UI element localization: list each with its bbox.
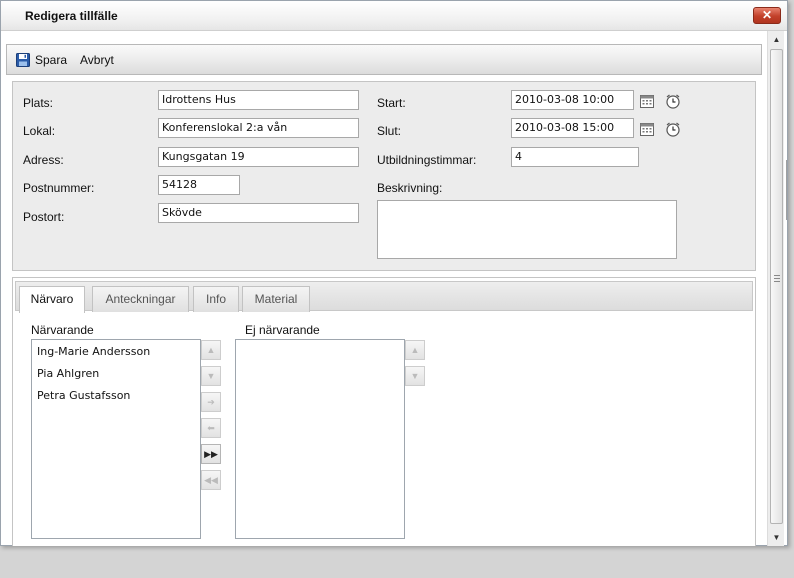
title-bar[interactable]: Redigera tillfälle ✕ <box>1 1 787 31</box>
list-item[interactable]: Ing-Marie Andersson <box>37 345 150 358</box>
toolbar: Spara Avbryt <box>6 44 762 75</box>
tab-material[interactable]: Material <box>242 286 310 312</box>
address-input[interactable]: Kungsgatan 19 <box>158 147 359 167</box>
present-list[interactable]: Ing-Marie Andersson Pia Ahlgren Petra Gu… <box>31 339 201 539</box>
scroll-up-arrow-icon[interactable]: ▲ <box>771 34 782 45</box>
move-all-left-button[interactable]: ◀◀ <box>201 470 221 490</box>
tab-strip: Närvaro Anteckningar Info Material <box>15 281 753 313</box>
end-label: Slut: <box>377 124 402 138</box>
list-item[interactable]: Pia Ahlgren <box>37 367 99 380</box>
move-up-button[interactable]: ▲ <box>201 340 221 360</box>
absent-list[interactable] <box>235 339 405 539</box>
move-right-button[interactable]: ➔ <box>201 392 221 412</box>
clock-icon[interactable] <box>665 93 681 109</box>
description-textarea[interactable] <box>377 200 677 259</box>
start-datetime-input[interactable]: 2010-03-08 10:00 <box>511 90 634 110</box>
move-down-button[interactable]: ▼ <box>201 366 221 386</box>
cancel-button[interactable]: Avbryt <box>80 53 114 67</box>
location-input[interactable]: Idrottens Hus <box>158 90 359 110</box>
window-edge <box>786 160 794 220</box>
grip-icon <box>774 275 780 282</box>
floppy-disk-icon <box>16 53 30 67</box>
vertical-scrollbar[interactable]: ▲ ▼ <box>767 31 784 546</box>
dialog-title: Redigera tillfälle <box>25 9 118 23</box>
absent-list-label: Ej närvarande <box>245 323 320 337</box>
hours-label: Utbildningstimmar: <box>377 153 477 167</box>
hours-input[interactable]: 4 <box>511 147 639 167</box>
end-datetime-input[interactable]: 2010-03-08 15:00 <box>511 118 634 138</box>
start-label: Start: <box>377 96 406 110</box>
move-left-button[interactable]: ⬅ <box>201 418 221 438</box>
address-label: Adress: <box>23 153 64 167</box>
close-button[interactable]: ✕ <box>753 7 781 24</box>
tab-panel: Närvaro Anteckningar Info Material Närva… <box>12 277 756 546</box>
zip-label: Postnummer: <box>23 181 95 195</box>
move-all-right-button[interactable]: ▶▶ <box>201 444 221 464</box>
zip-input[interactable]: 54128 <box>158 175 240 195</box>
absent-move-down-button[interactable]: ▼ <box>405 366 425 386</box>
edit-session-dialog: Redigera tillfälle ✕ Spara Avbryt Plats:… <box>0 0 788 546</box>
session-form: Plats: Idrottens Hus Lokal: Konferenslok… <box>12 81 756 271</box>
save-label: Spara <box>35 53 68 67</box>
list-item[interactable]: Petra Gustafsson <box>37 389 130 402</box>
room-input[interactable]: Konferenslokal 2:a vån <box>158 118 359 138</box>
scroll-down-arrow-icon[interactable]: ▼ <box>771 532 782 543</box>
tab-info[interactable]: Info <box>193 286 239 312</box>
calendar-icon[interactable] <box>639 93 655 109</box>
tab-attendance[interactable]: Närvaro <box>19 286 85 313</box>
save-button[interactable]: Spara <box>16 53 67 67</box>
present-list-label: Närvarande <box>31 323 94 337</box>
room-label: Lokal: <box>23 124 56 138</box>
tab-notes[interactable]: Anteckningar <box>92 286 189 312</box>
clock-icon[interactable] <box>665 121 681 137</box>
description-label: Beskrivning: <box>377 181 443 195</box>
calendar-icon[interactable] <box>639 121 655 137</box>
city-input[interactable]: Skövde <box>158 203 359 223</box>
location-label: Plats: <box>23 96 54 110</box>
absent-move-up-button[interactable]: ▲ <box>405 340 425 360</box>
dialog-content: Spara Avbryt Plats: Idrottens Hus Lokal:… <box>1 31 767 546</box>
city-label: Postort: <box>23 210 65 224</box>
scrollbar-thumb[interactable] <box>770 49 783 524</box>
